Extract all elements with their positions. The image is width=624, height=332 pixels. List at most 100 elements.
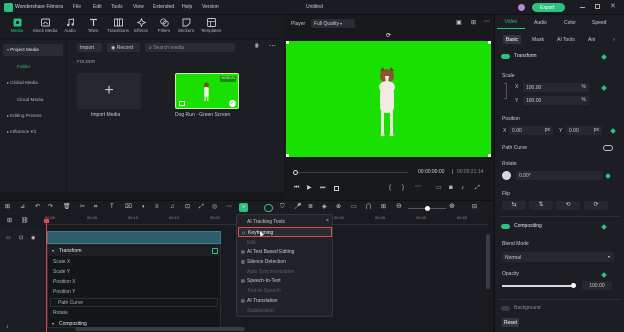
tab-transitions[interactable]: Transitions bbox=[105, 18, 131, 38]
maximize-icon[interactable] bbox=[595, 4, 600, 9]
zoom-slider[interactable] bbox=[408, 206, 446, 211]
grid-icon[interactable]: ⊞ bbox=[381, 204, 386, 210]
layout-icon[interactable]: ⊞ bbox=[5, 204, 10, 210]
prev-frame-icon[interactable]: ⏮ bbox=[294, 185, 299, 191]
more-icon[interactable]: ⋯ bbox=[415, 184, 421, 190]
crop-frame-icon[interactable]: ⌧ bbox=[125, 204, 132, 210]
zoom-out-icon[interactable]: ⊖ bbox=[396, 203, 402, 210]
import-dropdown[interactable]: Import bbox=[77, 43, 102, 52]
keyframe-add-icon[interactable] bbox=[212, 248, 218, 254]
opacity-slider-thumb[interactable] bbox=[571, 283, 576, 288]
tab-media[interactable]: Media bbox=[8, 18, 26, 38]
nav-global-media[interactable]: ▸ Global Media bbox=[3, 77, 63, 89]
expand-icon[interactable]: ⤢ bbox=[199, 204, 204, 210]
tab-video[interactable]: Video bbox=[497, 19, 525, 29]
filter-icon[interactable]: ⩩ bbox=[255, 43, 259, 50]
view-icon[interactable]: ⊟ bbox=[472, 204, 477, 210]
more-icon[interactable]: ⋯ bbox=[226, 204, 232, 210]
horizontal-scrollbar[interactable] bbox=[75, 327, 245, 331]
close-icon[interactable]: ✕ bbox=[610, 3, 616, 10]
opacity-field[interactable]: 100.00 bbox=[582, 281, 612, 290]
link-icon[interactable]: ⛓ bbox=[21, 218, 29, 224]
link-icon[interactable] bbox=[504, 83, 507, 99]
tab-effects[interactable]: Effects bbox=[132, 18, 150, 38]
canvas-handle-bottom-right[interactable] bbox=[488, 154, 491, 157]
split-icon[interactable]: ✂ bbox=[80, 204, 85, 210]
quality-dropdown[interactable]: Full Quality ▾ bbox=[311, 19, 355, 28]
rotate-handle-icon[interactable]: ⟳ bbox=[386, 33, 391, 39]
play-icon[interactable]: ▶ bbox=[307, 185, 312, 191]
keyframe-diamond-icon[interactable] bbox=[605, 173, 611, 179]
import-media-tile[interactable]: + bbox=[77, 73, 141, 109]
tab-templates[interactable]: Templates bbox=[199, 18, 223, 38]
lock-icon[interactable]: ⊡ bbox=[19, 236, 23, 241]
snapshot-icon[interactable]: ◙ bbox=[449, 185, 453, 191]
audio-icon[interactable]: ♫ bbox=[170, 204, 175, 210]
zoom-slider-thumb[interactable] bbox=[425, 206, 430, 211]
redo-icon[interactable]: ↷ bbox=[48, 204, 53, 210]
chevron-right-icon[interactable]: › bbox=[613, 38, 615, 43]
nav-project-media[interactable]: ▾ Project Media bbox=[3, 44, 63, 56]
mask-icon[interactable]: ▭ bbox=[351, 204, 357, 210]
nav-editing-presets[interactable]: ▸ Editing Presets bbox=[3, 110, 63, 122]
subtab-animation[interactable]: Ani bbox=[588, 38, 595, 43]
tab-filters[interactable]: Filters bbox=[155, 18, 173, 38]
tab-speed[interactable]: Speed bbox=[592, 21, 606, 26]
mark-in-icon[interactable]: { bbox=[389, 185, 391, 191]
eye-icon[interactable]: ◉ bbox=[31, 236, 35, 241]
opacity-slider[interactable] bbox=[502, 283, 576, 288]
progress-track[interactable] bbox=[298, 172, 408, 173]
text-icon[interactable]: T bbox=[110, 204, 114, 210]
magnet-icon[interactable]: ⋂ bbox=[366, 204, 371, 210]
menu-help[interactable]: Help bbox=[182, 5, 192, 10]
rotate-field[interactable]: 0.00° bbox=[516, 171, 602, 180]
tab-audio[interactable]: Audio bbox=[61, 18, 79, 38]
search-input[interactable]: ⌕ Search media bbox=[145, 43, 235, 52]
menu-item-silence-detection[interactable]: Silence Detection bbox=[247, 260, 286, 265]
minimize-icon[interactable] bbox=[580, 7, 585, 8]
layout-icon[interactable]: ⊞ bbox=[471, 20, 476, 26]
ai-tools-button[interactable]: » bbox=[239, 203, 248, 212]
reset-button[interactable]: Reset bbox=[502, 318, 519, 327]
transform-toggle[interactable] bbox=[501, 54, 510, 59]
clip-thumbnail[interactable]: 00:00:21 ✓ bbox=[175, 73, 239, 109]
tab-stock-media[interactable]: Stock Media bbox=[32, 18, 58, 38]
nav-folder[interactable]: Folder bbox=[3, 61, 63, 73]
pos-y-field[interactable]: 0.00 px bbox=[566, 126, 602, 135]
rotate-right-button[interactable]: ⟳ bbox=[584, 201, 608, 210]
undo-icon[interactable]: ↶ bbox=[35, 204, 40, 210]
speed-icon[interactable]: ≡ bbox=[155, 204, 159, 210]
render-button[interactable] bbox=[264, 204, 273, 212]
more-icon[interactable]: ⋯ bbox=[484, 19, 490, 25]
avatar[interactable] bbox=[518, 4, 525, 11]
snap-icon[interactable]: ⊕ bbox=[336, 204, 341, 210]
canvas-handle-top-right[interactable] bbox=[488, 41, 491, 44]
subtab-ai-tools[interactable]: AI Tools bbox=[557, 38, 575, 43]
volume-icon[interactable]: ♪ bbox=[461, 185, 464, 191]
tab-stickers[interactable]: Stickers bbox=[177, 18, 195, 38]
subtab-mask[interactable]: Mask bbox=[532, 38, 544, 43]
blend-mode-dropdown[interactable]: Normal ▾ bbox=[502, 252, 614, 262]
snapshot-icon[interactable]: ▣ bbox=[456, 20, 462, 26]
display-icon[interactable]: ▭ bbox=[436, 185, 442, 191]
path-curve-toggle[interactable] bbox=[603, 145, 613, 151]
menu-extended[interactable]: Extended bbox=[153, 5, 174, 10]
menu-item-speech-to-text[interactable]: Speech-to-Text bbox=[247, 279, 281, 284]
more-icon[interactable]: ⋯ bbox=[269, 43, 276, 50]
background-toggle[interactable] bbox=[501, 306, 510, 311]
video-clip[interactable] bbox=[47, 231, 221, 244]
menu-item-ai-text-editing[interactable]: AI Text Based Editing bbox=[247, 250, 294, 255]
menu-tools[interactable]: Tools bbox=[111, 5, 123, 10]
compositing-toggle[interactable] bbox=[501, 224, 510, 229]
track-icon[interactable]: ≣ bbox=[308, 204, 313, 210]
mic-icon[interactable]: 🎤 bbox=[294, 204, 301, 210]
keyframe-diamond-icon[interactable] bbox=[601, 54, 607, 60]
zoom-in-icon[interactable]: ⊕ bbox=[449, 203, 455, 210]
menu-version[interactable]: Version bbox=[202, 5, 219, 10]
tab-audio[interactable]: Audio bbox=[534, 21, 547, 26]
menu-item-ai-translation[interactable]: AI Translation bbox=[247, 299, 278, 304]
transform-icon[interactable]: ⊡ bbox=[185, 204, 190, 210]
tab-color[interactable]: Color bbox=[564, 21, 576, 26]
timeline-scrollbar[interactable] bbox=[486, 234, 490, 289]
flip-vertical-button[interactable]: ⇅ bbox=[529, 201, 553, 210]
